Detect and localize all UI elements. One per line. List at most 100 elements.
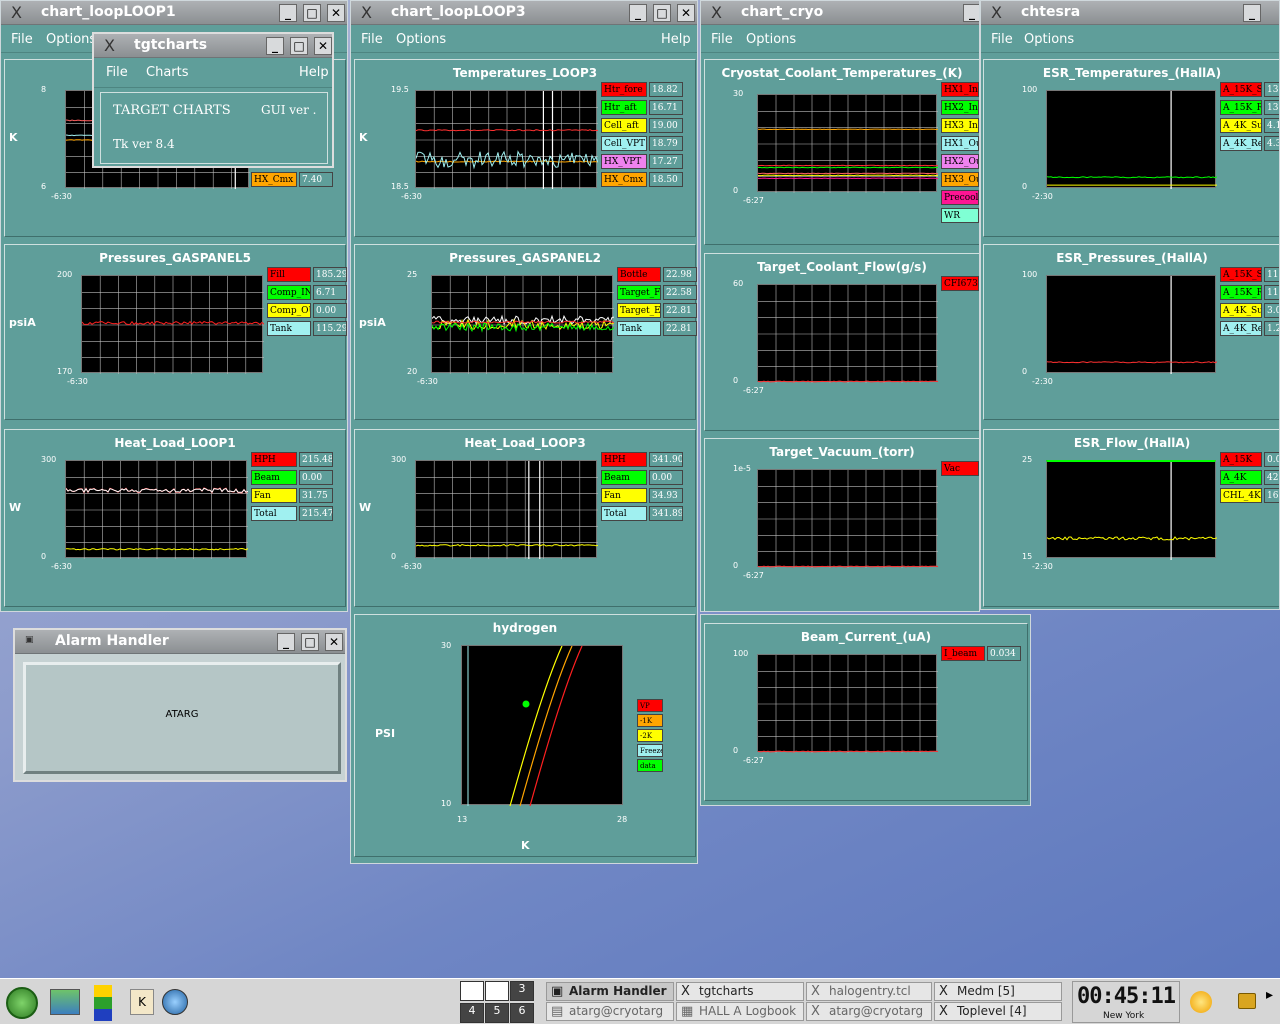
x-time-tick: -6:30: [401, 562, 422, 571]
minimize-button[interactable]: _: [266, 37, 284, 55]
minimize-button[interactable]: _: [279, 4, 297, 22]
desk-6[interactable]: 6: [510, 1003, 534, 1023]
close-button[interactable]: ✕: [677, 4, 695, 22]
close-button[interactable]: ✕: [314, 37, 332, 55]
menu-file[interactable]: File: [361, 32, 383, 47]
task-terminal-1[interactable]: ▤ atarg@cryotarg: [546, 1002, 674, 1021]
y-max-tick: 300: [41, 455, 57, 464]
desk-4[interactable]: 4: [460, 1003, 484, 1023]
legend-value: 4.1: [1264, 118, 1279, 133]
title-bar[interactable]: Xchart_loopLOOP1 _ □ ✕: [1, 1, 347, 25]
menu-bar: File Options: [981, 25, 1279, 53]
title-bar[interactable]: Xchtesra _: [981, 1, 1279, 25]
desk-3[interactable]: 3: [510, 981, 534, 1001]
menu-options[interactable]: Options: [1024, 32, 1074, 47]
x-time-tick: -6:27: [743, 756, 764, 765]
desk-2[interactable]: 2: [485, 981, 509, 1001]
task-toplevel[interactable]: X Toplevel [4]: [934, 1002, 1062, 1021]
lock-icon[interactable]: [1238, 993, 1256, 1009]
menu-options[interactable]: Options: [746, 32, 796, 47]
y-max-tick: 300: [391, 455, 407, 464]
y-min-tick: 0: [1022, 182, 1028, 191]
menu-file[interactable]: File: [991, 32, 1013, 47]
x-time-tick: -6:27: [743, 386, 764, 395]
task-hall-a-logbook[interactable]: ▦ HALL A Logbook: [676, 1002, 804, 1021]
legend-label: A_4K_Re: [1220, 136, 1262, 151]
y-max-tick: 100: [733, 649, 749, 658]
legend-label: Fill: [267, 267, 311, 282]
about-box: TARGET CHARTS GUI ver . Tk ver 8.4: [100, 92, 328, 164]
menu-file[interactable]: File: [11, 32, 33, 47]
task-label: atarg@cryotarg: [569, 1004, 664, 1018]
legend-label: A_15K: [1220, 452, 1262, 467]
series-trace-0: [757, 750, 939, 753]
clock[interactable]: 00:45:11 New York: [1072, 981, 1180, 1023]
title-bar[interactable]: Xchart_cryo _: [701, 1, 979, 25]
plot-svg: [65, 461, 249, 559]
chart-title: Target_Coolant_Flow(g/s): [757, 260, 927, 274]
y-axis-unit: W: [9, 501, 22, 514]
menu-help[interactable]: Help: [299, 65, 329, 80]
x-app-icon: X: [991, 3, 1002, 22]
task-tgtcharts[interactable]: Xtgtcharts: [676, 982, 804, 1001]
menu-options[interactable]: Options: [46, 32, 96, 47]
y-max-tick: 30: [733, 89, 744, 98]
task-label: Alarm Handler: [569, 984, 667, 998]
chart-target-vacuum: Target_Vacuum_(torr) 1e-5 0 -6:27 Vac: [704, 438, 979, 611]
menu-file[interactable]: File: [106, 65, 128, 80]
task-halogentry[interactable]: Xhalogentry.tcl: [806, 982, 932, 1001]
konqueror-icon[interactable]: K: [130, 989, 154, 1015]
sun-weather-icon[interactable]: [1190, 991, 1212, 1013]
plot-svg: [1046, 276, 1218, 374]
task-alarm-handler[interactable]: ▣ Alarm Handler: [546, 982, 674, 1001]
x-time-tick: -6:30: [67, 377, 88, 386]
legend-label: Htr_aft: [601, 100, 647, 115]
maximize-button[interactable]: □: [653, 4, 671, 22]
window-title: chart_cryo: [741, 4, 824, 20]
legend-label: A_4K_Su: [1220, 118, 1262, 133]
task-terminal-2[interactable]: Xatarg@cryotarg: [806, 1002, 932, 1021]
minimize-button[interactable]: _: [963, 4, 979, 22]
system-monitor-icon[interactable]: [94, 985, 112, 1021]
series-trace-0: [1046, 536, 1218, 541]
logout-icon[interactable]: ▸: [1266, 987, 1278, 1017]
data-point: [522, 700, 530, 708]
minimize-button[interactable]: _: [629, 4, 647, 22]
legend-label: VP: [637, 699, 663, 712]
maximize-button[interactable]: □: [290, 37, 308, 55]
desk-1[interactable]: 1: [460, 981, 484, 1001]
task-medm[interactable]: X Medm [5]: [934, 982, 1062, 1001]
y-max-tick: 8: [41, 85, 47, 94]
target-charts-heading: TARGET CHARTS: [113, 103, 231, 118]
legend-label: Comp_OU: [267, 303, 311, 318]
atarg-group-button[interactable]: ATARG: [23, 662, 341, 774]
minimize-button[interactable]: _: [277, 633, 295, 651]
title-bar[interactable]: Xtgtcharts _ □ ✕: [94, 34, 332, 58]
title-bar[interactable]: Xchart_loopLOOP3 _ □ ✕: [351, 1, 697, 25]
menu-charts[interactable]: Charts: [146, 65, 189, 80]
maximize-button[interactable]: □: [301, 633, 319, 651]
menu-help[interactable]: Help: [661, 32, 691, 47]
window-tgtcharts: Xtgtcharts _ □ ✕ File Charts Help TARGET CHA…: [92, 32, 334, 168]
plot-area: [81, 275, 265, 374]
minimize-button[interactable]: _: [1243, 4, 1261, 22]
close-button[interactable]: ✕: [327, 4, 345, 22]
suse-menu-icon[interactable]: [6, 987, 38, 1019]
maximize-button[interactable]: □: [303, 4, 321, 22]
y-min-tick: 6: [41, 182, 47, 191]
window-title: chtesra: [1021, 4, 1081, 20]
plot-svg: [1046, 91, 1218, 189]
desktop-pager[interactable]: 1 2 3 4 5 6: [460, 981, 536, 1023]
legend-value: 341.896: [649, 506, 683, 521]
menu-options[interactable]: Options: [396, 32, 446, 47]
browser-globe-icon[interactable]: [162, 989, 188, 1015]
close-button[interactable]: ✕: [325, 633, 343, 651]
window-title: Alarm Handler: [55, 633, 169, 649]
task-label: Toplevel [4]: [957, 1004, 1027, 1018]
desk-5[interactable]: 5: [485, 1003, 509, 1023]
screenshot-launcher-icon[interactable]: [50, 989, 80, 1015]
y-min-tick: 18.5: [391, 182, 409, 191]
menu-file[interactable]: File: [711, 32, 733, 47]
title-bar[interactable]: ▣ Alarm Handler _ □ ✕: [15, 630, 345, 654]
legend-value: 215.48: [299, 452, 333, 467]
